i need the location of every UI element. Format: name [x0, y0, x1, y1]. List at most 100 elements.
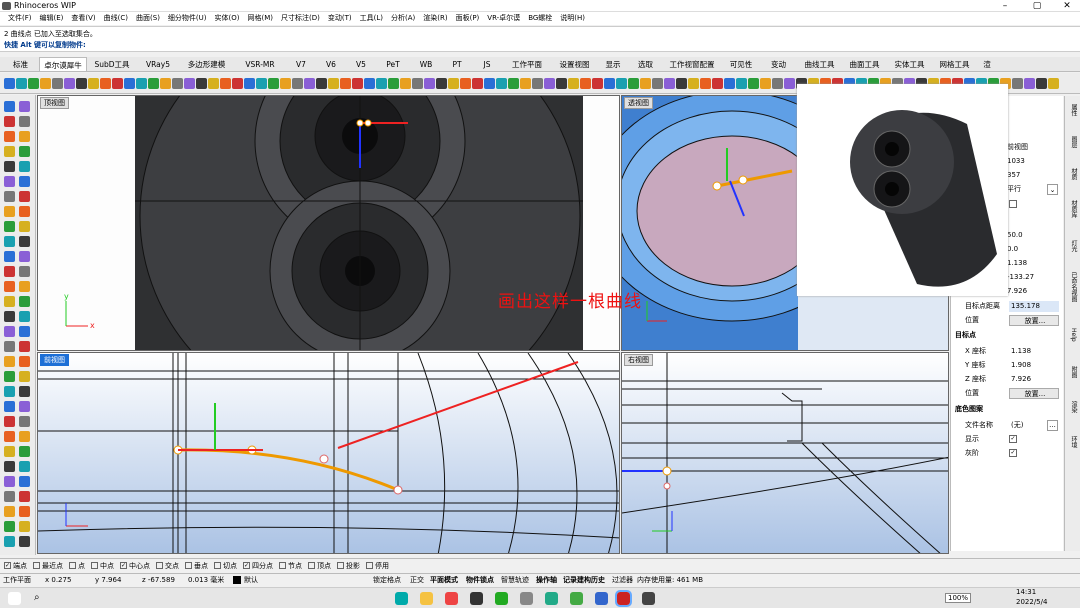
tool-icon[interactable] [19, 401, 30, 412]
tool-icon[interactable] [424, 78, 435, 89]
tool-icon[interactable] [4, 401, 15, 412]
tool-icon[interactable] [700, 78, 711, 89]
tab-visibility[interactable]: 可见性 [722, 57, 760, 71]
tab-properties[interactable]: 属性 [1067, 104, 1079, 116]
tool-icon[interactable] [4, 161, 15, 172]
tool-icon[interactable] [4, 311, 15, 322]
tool-icon[interactable] [280, 78, 291, 89]
menu-bg[interactable]: BG螺栓 [524, 12, 556, 25]
osnap-checkbox[interactable] [308, 562, 315, 569]
tool-icon[interactable] [184, 78, 195, 89]
tool-icon[interactable] [4, 536, 15, 547]
tool-icon[interactable] [19, 281, 30, 292]
tool-icon[interactable] [436, 78, 447, 89]
osnap-item[interactable]: 交点 [156, 559, 179, 572]
tool-icon[interactable] [712, 78, 723, 89]
checkbox[interactable] [1009, 200, 1017, 208]
menu-transform[interactable]: 变动(T) [324, 12, 356, 25]
tab-v7[interactable]: V7 [286, 57, 316, 71]
tool-icon[interactable] [4, 341, 15, 352]
tool-icon[interactable] [4, 266, 15, 277]
wechat-icon[interactable] [495, 592, 508, 605]
tool-icon[interactable] [4, 236, 15, 247]
tool-icon[interactable] [4, 521, 15, 532]
tool-icon[interactable] [556, 78, 567, 89]
tool-icon[interactable] [136, 78, 147, 89]
toggle-planar[interactable]: 平面模式 [430, 574, 458, 587]
tool-icon[interactable] [4, 191, 15, 202]
tool-icon[interactable] [1048, 78, 1059, 89]
toggle-filter[interactable]: 过滤器 [612, 574, 633, 587]
windows-start-icon[interactable] [8, 592, 21, 605]
tool-icon[interactable] [688, 78, 699, 89]
browse-button[interactable]: ... [1047, 420, 1058, 431]
osnap-checkbox[interactable] [69, 562, 76, 569]
tab-pt[interactable]: PT [442, 57, 472, 71]
osnap-item[interactable]: 顶点 [308, 559, 331, 572]
clock-date[interactable]: 2022/5/4 [1016, 598, 1047, 606]
tool-icon[interactable] [208, 78, 219, 89]
menu-dimension[interactable]: 尺寸标注(D) [277, 12, 324, 25]
tool-icon[interactable] [784, 78, 795, 89]
osnap-checkbox[interactable] [91, 562, 98, 569]
maximize-button[interactable]: ▢ [1022, 0, 1052, 12]
app-icon[interactable] [445, 592, 458, 605]
tab-v6[interactable]: V6 [316, 57, 346, 71]
osnap-item[interactable]: ✓ 中心点 [120, 559, 150, 572]
osnap-item[interactable]: ✓ 四分点 [243, 559, 273, 572]
tab-vray5[interactable]: VRay5 [137, 57, 179, 71]
x-coord-field[interactable]: 1.138 [1009, 346, 1059, 357]
tab-layers[interactable]: 图层 [1067, 136, 1079, 148]
tool-icon[interactable] [532, 78, 543, 89]
tool-icon[interactable] [4, 386, 15, 397]
battery-indicator[interactable]: 100% [945, 593, 972, 603]
tool-icon[interactable] [4, 281, 15, 292]
tab-lights[interactable]: 灯光 [1067, 240, 1079, 252]
clock-time[interactable]: 14:31 [1016, 588, 1036, 596]
tool-icon[interactable] [124, 78, 135, 89]
tool-icon[interactable] [4, 506, 15, 517]
viewport-right[interactable]: 右视图 [621, 352, 949, 554]
osnap-checkbox[interactable]: ✓ [243, 562, 250, 569]
qq-icon[interactable] [470, 592, 483, 605]
menu-curve[interactable]: 曲线(C) [100, 12, 132, 25]
tab-display[interactable]: 显示 [597, 57, 629, 71]
tool-icon[interactable] [76, 78, 87, 89]
tool-icon[interactable] [19, 386, 30, 397]
tool-icon[interactable] [100, 78, 111, 89]
tool-icon[interactable] [340, 78, 351, 89]
osnap-checkbox[interactable]: ✓ [4, 562, 11, 569]
show-checkbox[interactable]: ✓ [1009, 435, 1017, 443]
tab-solid-tools[interactable]: 实体工具 [887, 57, 932, 71]
tab-surface-tools[interactable]: 曲面工具 [842, 57, 887, 71]
tool-icon[interactable] [652, 78, 663, 89]
menu-edit[interactable]: 编辑(E) [36, 12, 68, 25]
menu-view[interactable]: 查看(V) [67, 12, 99, 25]
tab-v5[interactable]: V5 [346, 57, 376, 71]
tool-icon[interactable] [4, 78, 15, 89]
menu-vr[interactable]: VR-卓尔谟 [483, 12, 524, 25]
tool-icon[interactable] [376, 78, 387, 89]
tool-icon[interactable] [19, 416, 30, 427]
osnap-checkbox[interactable] [366, 562, 373, 569]
tool-icon[interactable] [328, 78, 339, 89]
tool-icon[interactable] [520, 78, 531, 89]
tool-icon[interactable] [496, 78, 507, 89]
tab-js[interactable]: JS [472, 57, 502, 71]
tool-icon[interactable] [4, 221, 15, 232]
tool-icon[interactable] [19, 266, 30, 277]
osnap-item[interactable]: 节点 [279, 559, 302, 572]
tab-attach[interactable]: 附图 [1067, 366, 1079, 378]
tool-icon[interactable] [88, 78, 99, 89]
tab-help[interactable]: Help [1067, 328, 1079, 342]
tool-icon[interactable] [19, 326, 30, 337]
tool-icon[interactable] [1012, 78, 1023, 89]
osnap-item[interactable]: 中点 [91, 559, 114, 572]
minimize-button[interactable]: – [990, 0, 1020, 12]
tool-icon[interactable] [52, 78, 63, 89]
tool-icon[interactable] [760, 78, 771, 89]
filename-field[interactable]: (无) [1009, 420, 1045, 431]
tool-icon[interactable] [4, 326, 15, 337]
osnap-item[interactable]: 停用 [366, 559, 389, 572]
gray-checkbox[interactable]: ✓ [1009, 449, 1017, 457]
